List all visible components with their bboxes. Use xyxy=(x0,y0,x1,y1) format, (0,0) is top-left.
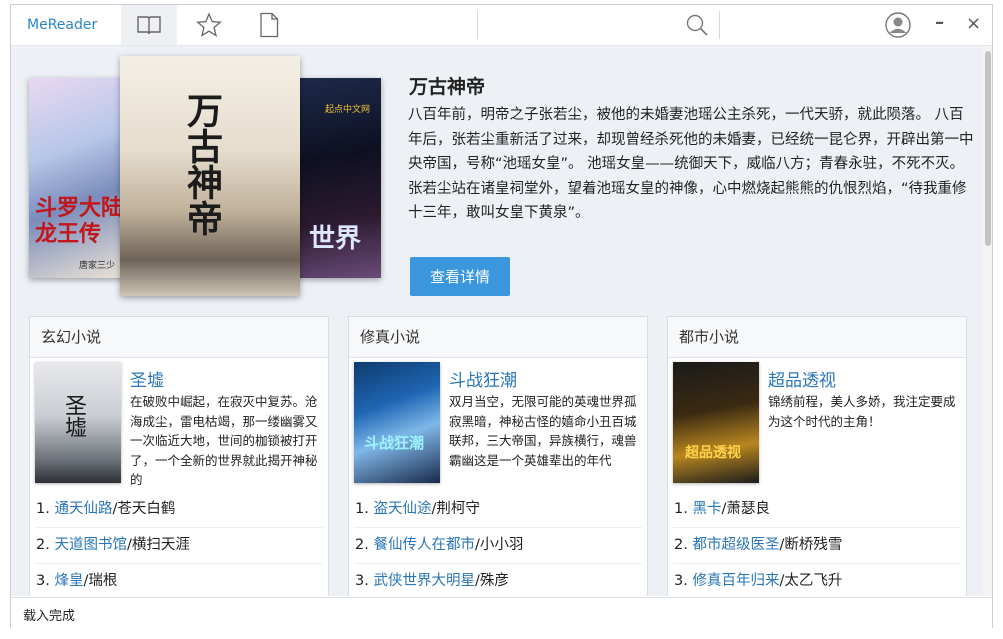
search-button[interactable] xyxy=(669,5,725,45)
rank-number: 2. xyxy=(355,537,369,553)
list-item: 1. 黑卡/萧瑟良 xyxy=(673,492,961,528)
rank-book-link[interactable]: 都市超级医圣 xyxy=(692,537,779,553)
cover-right-badge: 起点中文网 xyxy=(325,105,371,115)
book-description: 在破败中崛起，在寂灭中复苏。沧海成尘，雷电枯竭，那一缕幽雾又一次临近大地，世间的… xyxy=(130,394,318,487)
book-cover[interactable]: 斗战狂潮 xyxy=(354,362,440,483)
star-icon xyxy=(196,12,222,37)
user-button[interactable] xyxy=(873,5,923,45)
cover-main[interactable]: 万古神帝 xyxy=(120,56,300,296)
panel-header: 都市小说 xyxy=(668,317,966,358)
rank-author: /断桥残雪 xyxy=(779,537,843,553)
panel-header: 玄幻小说 xyxy=(30,317,328,358)
book-title[interactable]: 斗战狂潮 xyxy=(449,366,517,391)
book-cover-title: 圣墟 xyxy=(61,394,86,438)
rank-list: 1. 盗天仙途/荆柯守 2. 餐仙传人在都市/小小羽 3. 武侠世界大明星/殊彦 xyxy=(354,492,642,596)
rank-author: /横扫天涯 xyxy=(126,537,190,553)
search-icon xyxy=(686,14,708,36)
panel-featured-book: 超品透视 超品透视 锦绣前程，美人多娇，我注定要成为这个时代的主角！ xyxy=(673,362,963,487)
rank-book-link[interactable]: 修真百年归来 xyxy=(692,573,779,589)
panel-header: 修真小说 xyxy=(349,317,647,358)
rank-number: 1. xyxy=(36,501,50,517)
rank-book-link[interactable]: 盗天仙途 xyxy=(373,501,431,517)
rank-number: 3. xyxy=(36,573,50,589)
book-icon xyxy=(137,16,161,35)
bookshelf-button[interactable] xyxy=(121,5,177,45)
status-bar: 载入完成 xyxy=(11,597,992,628)
list-item: 1. 通天仙路/苍天白鹤 xyxy=(35,492,323,528)
title-bar: MeReader – × xyxy=(11,5,992,46)
document-button[interactable] xyxy=(241,5,297,45)
scrollbar-thumb[interactable] xyxy=(985,51,991,246)
rank-book-link[interactable]: 烽皇 xyxy=(54,573,83,589)
document-icon xyxy=(260,12,279,38)
rank-author: /苍天白鹤 xyxy=(112,501,176,517)
panel-featured-book: 圣墟 圣墟 在破败中崛起，在寂灭中复苏。沧海成尘，雷电枯竭，那一缕幽雾又一次临近… xyxy=(35,362,325,487)
rank-book-link[interactable]: 通天仙路 xyxy=(54,501,112,517)
close-button[interactable]: × xyxy=(966,13,981,34)
cover-right-title: 世界 xyxy=(309,224,362,254)
rank-number: 1. xyxy=(674,501,688,517)
rank-list: 1. 通天仙路/苍天白鹤 2. 天道图书馆/横扫天涯 3. 烽皇/瑞根 xyxy=(35,492,323,596)
main-content: 斗罗大陆 龙王传 唐家三少 起点中文网 世界 万古神帝 万古神帝 八百年前，明帝… xyxy=(11,46,983,596)
favorites-button[interactable] xyxy=(181,5,237,45)
book-cover[interactable]: 超品透视 xyxy=(673,362,759,483)
category-panel-xianxia: 修真小说 斗战狂潮 斗战狂潮 双月当空，无限可能的英魂世界孤寂黑暗，神秘古怪的嬉… xyxy=(348,316,648,596)
list-item: 1. 盗天仙途/荆柯守 xyxy=(354,492,642,528)
category-panel-fantasy: 玄幻小说 圣墟 圣墟 在破败中崛起，在寂灭中复苏。沧海成尘，雷电枯竭，那一缕幽雾… xyxy=(29,316,329,596)
panel-featured-book: 斗战狂潮 斗战狂潮 双月当空，无限可能的英魂世界孤寂黑暗，神秘古怪的嬉命小丑百城… xyxy=(354,362,644,487)
minimize-button[interactable]: – xyxy=(935,12,944,33)
view-details-button[interactable]: 查看详情 xyxy=(410,257,510,296)
book-cover-title: 超品透视 xyxy=(685,445,741,461)
toolbar-separator xyxy=(719,11,720,39)
cover-main-title: 万古神帝 xyxy=(181,92,223,236)
rank-author: /萧瑟良 xyxy=(721,501,770,517)
cover-left-author: 唐家三少 xyxy=(79,261,116,271)
book-description: 双月当空，无限可能的英魂世界孤寂黑暗，神秘古怪的嬉命小丑百城联邦，三大帝国，异族… xyxy=(449,394,637,468)
rank-number: 2. xyxy=(674,537,688,553)
list-item: 2. 天道图书馆/横扫天涯 xyxy=(35,528,323,564)
list-item: 2. 都市超级医圣/断桥残雪 xyxy=(673,528,961,564)
featured-description: 八百年前，明帝之子张若尘，被他的未婚妻池瑶公主杀死，一代天骄，就此陨落。 八百年… xyxy=(408,107,974,221)
list-item: 3. 烽皇/瑞根 xyxy=(35,564,323,596)
book-description: 锦绣前程，美人多娇，我注定要成为这个时代的主角！ xyxy=(768,394,956,429)
rank-author: /殊彦 xyxy=(474,573,509,589)
app-window: MeReader – × 斗罗大陆 龙王传 唐家三少 起点中文网 世界 万古神帝… xyxy=(10,4,993,628)
status-text: 载入完成 xyxy=(23,609,76,624)
rank-book-link[interactable]: 餐仙传人在都市 xyxy=(373,537,475,553)
toolbar-separator xyxy=(477,11,478,39)
rank-number: 2. xyxy=(36,537,50,553)
rank-book-link[interactable]: 武侠世界大明星 xyxy=(373,573,475,589)
rank-author: /荆柯守 xyxy=(431,501,480,517)
rank-author: /瑞根 xyxy=(83,573,118,589)
featured-title[interactable]: 万古神帝 xyxy=(409,72,485,99)
list-item: 3. 武侠世界大明星/殊彦 xyxy=(354,564,642,596)
book-cover[interactable]: 圣墟 xyxy=(35,362,121,483)
cover-right[interactable]: 起点中文网 世界 xyxy=(289,78,381,278)
list-item: 3. 修真百年归来/太乙飞升 xyxy=(673,564,961,596)
book-title[interactable]: 超品透视 xyxy=(768,366,836,391)
book-title[interactable]: 圣墟 xyxy=(130,366,164,391)
user-avatar-icon xyxy=(885,12,911,38)
category-panel-urban: 都市小说 超品透视 超品透视 锦绣前程，美人多娇，我注定要成为这个时代的主角！ … xyxy=(667,316,967,596)
rank-book-link[interactable]: 黑卡 xyxy=(692,501,721,517)
rank-number: 1. xyxy=(355,501,369,517)
rank-author: /太乙飞升 xyxy=(779,573,843,589)
rank-book-link[interactable]: 天道图书馆 xyxy=(54,537,127,553)
rank-number: 3. xyxy=(355,573,369,589)
list-item: 2. 餐仙传人在都市/小小羽 xyxy=(354,528,642,564)
app-name: MeReader xyxy=(27,17,98,33)
rank-number: 3. xyxy=(674,573,688,589)
featured-cover-stack: 斗罗大陆 龙王传 唐家三少 起点中文网 世界 万古神帝 xyxy=(29,56,389,301)
rank-list: 1. 黑卡/萧瑟良 2. 都市超级医圣/断桥残雪 3. 修真百年归来/太乙飞升 xyxy=(673,492,961,596)
rank-author: /小小羽 xyxy=(474,537,524,553)
book-cover-title: 斗战狂潮 xyxy=(364,434,425,452)
